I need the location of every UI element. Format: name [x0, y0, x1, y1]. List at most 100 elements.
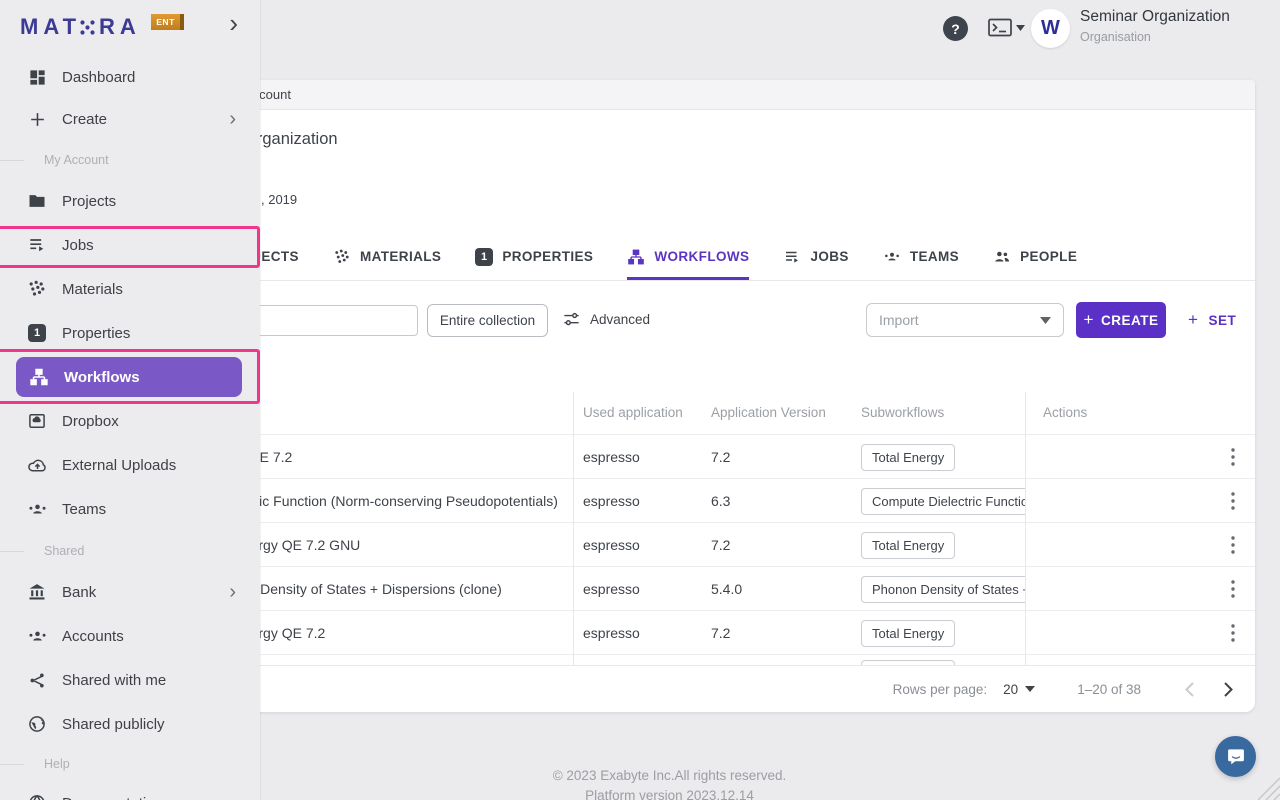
page-subtitle: , 2019	[261, 192, 297, 207]
corner-resize-stripes	[1250, 770, 1280, 800]
sidebar-item-materials[interactable]: Materials	[0, 267, 260, 311]
sidebar-item-properties[interactable]: 1 Properties	[0, 311, 260, 355]
sidebar-item-label: External Uploads	[62, 457, 176, 474]
import-placeholder: Import	[879, 312, 919, 328]
people-icon	[993, 248, 1011, 266]
create-button[interactable]: + CREATE	[1076, 302, 1166, 338]
chat-launcher-button[interactable]	[1215, 736, 1256, 777]
console-button[interactable]	[988, 18, 1025, 37]
sidebar-item-external-uploads[interactable]: External Uploads	[0, 443, 260, 487]
sidebar-collapse-chevron-icon[interactable]: ›	[229, 10, 238, 36]
used-application: espresso	[583, 567, 640, 611]
sidebar-item-label: Documentation	[62, 795, 163, 800]
used-application: espresso	[583, 435, 640, 479]
sidebar-item-label: Create	[62, 111, 107, 128]
application-version: 7.2	[711, 523, 730, 567]
folder-icon	[26, 191, 48, 211]
subworkflow-chip: Compute Dielectric Function	[861, 488, 1025, 515]
avatar[interactable]: W	[1031, 9, 1070, 48]
sidebar-item-jobs[interactable]: Jobs	[0, 223, 260, 267]
row-actions-menu-icon[interactable]	[1222, 534, 1244, 556]
chevron-down-icon	[1025, 686, 1035, 692]
sidebar-item-dropbox[interactable]: Dropbox	[0, 399, 260, 443]
org-name: Seminar Organization	[1080, 8, 1230, 26]
sidebar-item-dashboard[interactable]: Dashboard	[0, 56, 260, 98]
tab-label: TEAMS	[910, 249, 959, 264]
column-header-actions: Actions	[1043, 405, 1087, 420]
sidebar-item-workflows[interactable]: Workflows	[16, 357, 242, 397]
previous-page-button[interactable]	[1185, 682, 1194, 697]
application-version: 6.3	[711, 479, 730, 523]
sidebar-item-label: Dropbox	[62, 413, 119, 430]
subworkflow-chip: Total Energy	[861, 532, 955, 559]
documentation-icon	[26, 793, 48, 800]
sidebar-item-accounts[interactable]: Accounts	[0, 614, 260, 658]
used-application: espresso	[583, 523, 640, 567]
application-version: 7.2	[711, 611, 730, 655]
tab-label: MATERIALS	[360, 249, 441, 264]
used-application: espresso	[583, 611, 640, 655]
workflows-icon	[28, 367, 50, 387]
sidebar-item-projects[interactable]: Projects	[0, 179, 260, 223]
mat3ra-logo[interactable]: MAT RA	[20, 14, 141, 40]
logo-text-right: RA	[99, 14, 141, 40]
tab-materials[interactable]: MATERIALS	[333, 233, 441, 280]
chevron-right-icon: ›	[229, 582, 236, 602]
share-icon	[26, 671, 48, 690]
row-actions-menu-icon[interactable]	[1222, 622, 1244, 644]
sidebar-section-my-account: My Account	[0, 140, 260, 179]
accounts-icon	[26, 626, 48, 647]
tab-workflows[interactable]: WORKFLOWS	[627, 233, 749, 280]
create-label: CREATE	[1101, 313, 1159, 328]
properties-badge-icon: 1	[475, 248, 493, 266]
tune-icon	[562, 310, 581, 329]
entire-collection-label: Entire collection	[440, 313, 535, 328]
tab-people[interactable]: PEOPLE	[993, 233, 1077, 280]
logo-row: MAT RA ENT ›	[0, 0, 260, 56]
sidebar-item-shared-with-me[interactable]: Shared with me	[0, 658, 260, 702]
row-actions-menu-icon[interactable]	[1222, 578, 1244, 600]
next-page-button[interactable]	[1224, 682, 1233, 697]
plus-icon: +	[1084, 310, 1094, 330]
sidebar-item-teams[interactable]: Teams	[0, 487, 260, 531]
sidebar-item-label: Teams	[62, 501, 106, 518]
sidebar-item-label: Dashboard	[62, 69, 135, 86]
sidebar-item-shared-publicly[interactable]: Shared publicly	[0, 702, 260, 746]
sidebar-item-create[interactable]: Create ›	[0, 98, 260, 140]
chevron-down-icon	[1016, 25, 1025, 31]
sidebar-item-label: Shared publicly	[62, 716, 165, 733]
materials-icon	[26, 279, 48, 299]
row-actions-menu-icon[interactable]	[1222, 446, 1244, 468]
column-header-application-version: Application Version	[711, 405, 826, 420]
tab-properties[interactable]: 1 PROPERTIES	[475, 233, 593, 280]
set-button[interactable]: + SET	[1188, 310, 1236, 330]
entire-collection-button[interactable]: Entire collection	[427, 304, 548, 337]
logo-text-left: MAT	[20, 14, 81, 40]
sidebar-item-label: Properties	[62, 325, 130, 342]
account-info[interactable]: Seminar Organization Organisation	[1080, 8, 1230, 44]
sidebar-item-label: Jobs	[62, 237, 94, 254]
chevron-right-icon: ›	[229, 109, 236, 129]
tab-teams[interactable]: TEAMS	[883, 233, 959, 280]
sidebar-item-label: Materials	[62, 281, 123, 298]
name-column-divider	[573, 392, 574, 665]
set-label: SET	[1208, 313, 1236, 328]
sidebar-item-bank[interactable]: Bank ›	[0, 570, 260, 614]
sidebar-item-label: Workflows	[64, 369, 140, 386]
row-actions-menu-icon[interactable]	[1222, 490, 1244, 512]
advanced-filters-button[interactable]: Advanced	[562, 310, 650, 329]
tab-jobs[interactable]: JOBS	[783, 233, 848, 280]
sidebar-item-label: Projects	[62, 193, 116, 210]
sidebar-item-label: Shared with me	[62, 672, 166, 689]
sidebar-item-documentation[interactable]: Documentation	[0, 781, 260, 800]
tab-label: WORKFLOWS	[654, 249, 749, 264]
rows-per-page-value: 20	[1003, 682, 1018, 697]
dashboard-icon	[26, 68, 48, 87]
subworkflow-chip: Total Energy	[861, 620, 955, 647]
chat-bubble-icon	[1226, 747, 1246, 766]
help-icon[interactable]: ?	[943, 16, 968, 41]
rows-per-page-select[interactable]: 20	[1003, 682, 1035, 697]
section-label: My Account	[44, 153, 109, 167]
teams-icon	[883, 248, 901, 266]
import-select[interactable]: Import	[866, 303, 1064, 337]
